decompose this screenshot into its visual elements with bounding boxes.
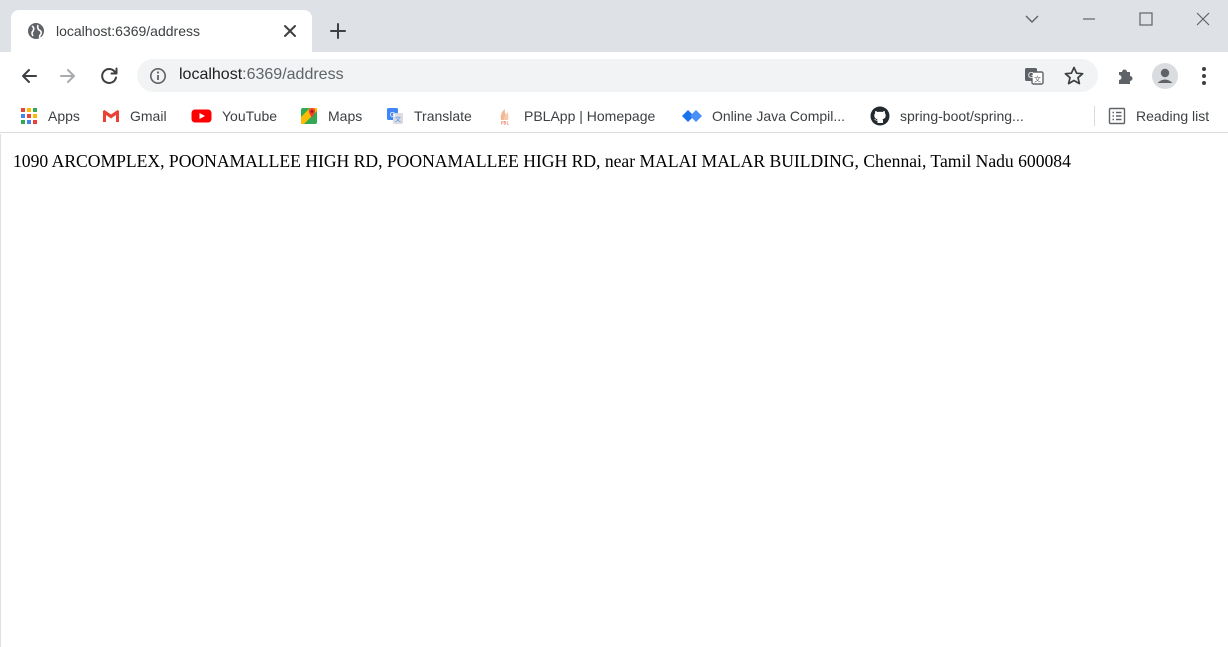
pblapp-icon: PBL — [500, 109, 510, 126]
github-icon — [870, 106, 890, 126]
page-content: 1090 ARCOMPLEX, POONAMALLEE HIGH RD, POO… — [0, 134, 1228, 647]
url-text[interactable]: localhost:6369/address — [179, 66, 344, 84]
bookmark-label: Apps — [48, 108, 80, 124]
bookmark-gmail[interactable]: Gmail — [102, 105, 167, 127]
reading-list-label: Reading list — [1136, 108, 1210, 124]
close-window-icon[interactable] — [1193, 9, 1213, 29]
bookmark-maps[interactable]: Maps — [300, 105, 362, 127]
title-bar: localhost:6369/address — [0, 0, 1228, 52]
svg-text:文: 文 — [1034, 75, 1041, 84]
navigation-toolbar: localhost:6369/address G 文 — [0, 52, 1228, 99]
apps-grid-icon — [21, 108, 37, 124]
globe-icon — [28, 23, 44, 39]
youtube-icon — [191, 109, 212, 123]
reading-list-button[interactable]: Reading list — [1108, 105, 1209, 127]
address-text: 1090 ARCOMPLEX, POONAMALLEE HIGH RD, POO… — [13, 151, 1071, 171]
bookmark-label: Translate — [414, 108, 472, 124]
profile-avatar-icon[interactable] — [1151, 62, 1179, 90]
address-bar[interactable]: localhost:6369/address G 文 — [137, 59, 1098, 92]
bookmark-star-icon[interactable] — [1063, 65, 1085, 87]
bookmarks-bar: Apps Gmail YouTube Maps G 文 Translate PB… — [0, 99, 1228, 133]
gmail-icon — [103, 110, 119, 122]
new-tab-icon[interactable] — [326, 19, 350, 43]
active-tab[interactable]: localhost:6369/address — [11, 10, 312, 52]
bookmark-label: Gmail — [130, 108, 167, 124]
minimize-icon[interactable] — [1079, 9, 1099, 29]
bookmark-label: spring-boot/spring... — [900, 108, 1024, 124]
svg-text:PBL: PBL — [501, 121, 510, 126]
bookmark-youtube[interactable]: YouTube — [191, 105, 277, 127]
close-tab-icon[interactable] — [281, 22, 299, 40]
site-info-icon[interactable] — [149, 67, 167, 85]
url-path: :6369/address — [242, 66, 344, 83]
extensions-puzzle-icon[interactable] — [1111, 62, 1139, 90]
forward-arrow-icon[interactable] — [54, 62, 82, 90]
bookmark-pblapp[interactable]: PBL PBLApp | Homepage — [496, 105, 655, 127]
translate-icon: G 文 — [387, 108, 403, 124]
reload-icon[interactable] — [95, 62, 123, 90]
bookmarks-divider — [1094, 106, 1095, 126]
svg-text:文: 文 — [395, 116, 401, 124]
bookmark-label: PBLApp | Homepage — [524, 108, 656, 124]
more-menu-icon[interactable] — [1190, 62, 1218, 90]
tab-title: localhost:6369/address — [56, 23, 200, 39]
bookmark-online-java-compiler[interactable]: Online Java Compil... — [682, 105, 845, 127]
tab-search-icon[interactable] — [1022, 9, 1042, 29]
bookmark-apps[interactable]: Apps — [20, 105, 80, 127]
translate-page-icon[interactable]: G 文 — [1023, 65, 1045, 87]
url-host: localhost — [179, 66, 243, 83]
jdoodle-icon — [682, 110, 702, 122]
bookmark-label: Maps — [328, 108, 363, 124]
maximize-icon[interactable] — [1136, 9, 1156, 29]
bookmark-label: Online Java Compil... — [712, 108, 846, 124]
reading-list-icon — [1108, 107, 1126, 125]
back-arrow-icon[interactable] — [15, 62, 43, 90]
maps-icon — [301, 108, 317, 124]
bookmark-spring-boot-github[interactable]: spring-boot/spring... — [870, 105, 1024, 127]
bookmark-translate[interactable]: G 文 Translate — [386, 105, 472, 127]
bookmark-label: YouTube — [222, 108, 278, 124]
